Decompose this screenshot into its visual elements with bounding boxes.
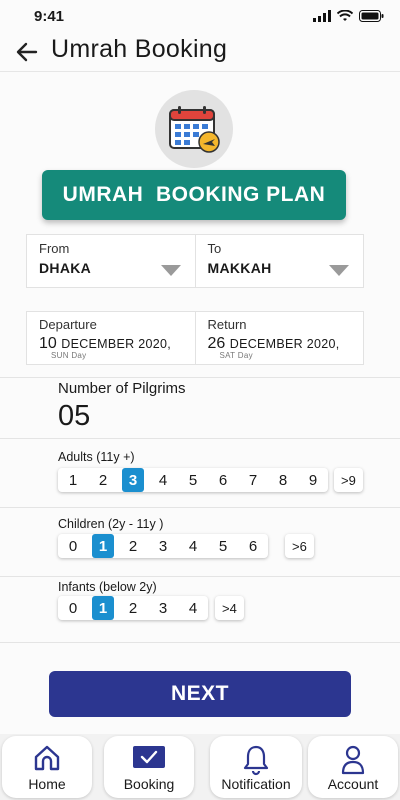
divider <box>0 507 400 508</box>
user-icon <box>341 745 365 775</box>
from-dropdown-icon[interactable] <box>160 265 181 276</box>
departure-day: 10 <box>39 335 57 352</box>
children-option[interactable]: 2 <box>118 534 148 558</box>
calendar-icon <box>169 106 220 153</box>
bottom-nav: Home Booking Notification Account <box>0 734 400 800</box>
nav-item-notification[interactable]: Notification <box>210 736 302 798</box>
to-dropdown-icon[interactable] <box>329 265 349 276</box>
children-option[interactable]: 6 <box>238 534 268 558</box>
nav-label-home: Home <box>28 776 66 792</box>
children-more-button[interactable]: >6 <box>285 534 314 558</box>
divider <box>0 438 400 439</box>
nav-item-booking[interactable]: Booking <box>104 736 194 798</box>
children-option[interactable]: 3 <box>148 534 178 558</box>
infants-selector: 01234 <box>58 596 208 620</box>
return-field[interactable]: Return 26 DECEMBER 2020, SAT Day <box>194 312 364 364</box>
departure-label: Departure <box>39 317 97 332</box>
from-field[interactable]: From DHAKA <box>27 235 195 287</box>
divider <box>0 576 400 577</box>
divider <box>0 642 400 643</box>
booking-check-icon <box>133 746 165 768</box>
next-button[interactable]: NEXT <box>49 671 351 717</box>
to-field[interactable]: To MAKKAH <box>194 235 364 287</box>
battery-icon <box>359 10 384 22</box>
children-option[interactable]: 4 <box>178 534 208 558</box>
calendar-plane-icon <box>155 90 233 168</box>
nav-item-home[interactable]: Home <box>2 736 92 798</box>
infants-option[interactable]: 2 <box>118 596 148 620</box>
wifi-icon <box>337 10 353 21</box>
nav-label-booking: Booking <box>123 776 175 792</box>
to-label: To <box>207 241 222 256</box>
adults-option[interactable]: 3 <box>122 468 144 492</box>
divider <box>0 377 400 378</box>
adults-option[interactable]: 1 <box>58 468 88 492</box>
pilgrims-label: Number of Pilgrims <box>58 380 186 397</box>
children-label: Children (2y - 11y ) <box>58 517 164 531</box>
adults-label: Adults (11y +) <box>58 450 135 464</box>
adults-option[interactable]: 7 <box>238 468 268 492</box>
route-selector: From DHAKA To MAKKAH <box>26 234 364 288</box>
nav-label-account: Account <box>327 776 379 792</box>
adults-option[interactable]: 2 <box>88 468 118 492</box>
return-day: 26 <box>207 335 226 352</box>
children-option[interactable]: 1 <box>92 534 114 558</box>
page-title: Umrah Booking <box>51 35 228 63</box>
adults-more-button[interactable]: >9 <box>334 468 363 492</box>
adults-option[interactable]: 5 <box>178 468 208 492</box>
home-icon <box>34 745 60 771</box>
status-bar: 9:41 <box>0 0 400 32</box>
status-time: 9:41 <box>34 8 65 25</box>
pilgrims-count: 05 <box>58 400 91 432</box>
return-label: Return <box>207 317 247 332</box>
return-month: DECEMBER 2020, <box>229 337 340 351</box>
children-option[interactable]: 0 <box>58 534 88 558</box>
adults-option[interactable]: 9 <box>298 468 328 492</box>
departure-field[interactable]: Departure 10 DECEMBER 2020, SUN Day <box>27 312 195 364</box>
infants-option[interactable]: 4 <box>178 596 208 620</box>
date-selector: Departure 10 DECEMBER 2020, SUN Day Retu… <box>26 311 364 365</box>
back-arrow-icon[interactable] <box>14 39 40 65</box>
infants-option[interactable]: 1 <box>92 596 114 620</box>
infants-more-button[interactable]: >4 <box>215 596 244 620</box>
children-option[interactable]: 5 <box>208 534 238 558</box>
booking-plan-banner: UMRAH BOOKING PLAN <box>42 170 346 220</box>
app-header: Umrah Booking <box>0 32 400 72</box>
adults-option[interactable]: 8 <box>268 468 298 492</box>
adults-selector: 123456789 <box>58 468 328 492</box>
nav-label-notification: Notification <box>221 776 291 792</box>
status-icons <box>313 10 384 22</box>
nav-item-account[interactable]: Account <box>308 736 398 798</box>
bell-icon <box>243 745 269 776</box>
infants-option[interactable]: 0 <box>58 596 88 620</box>
departure-month: DECEMBER 2020, <box>61 337 172 351</box>
children-selector: 0123456 <box>58 534 268 558</box>
adults-option[interactable]: 6 <box>208 468 238 492</box>
adults-option[interactable]: 4 <box>148 468 178 492</box>
infants-label: Infants (below 2y) <box>58 580 157 594</box>
infants-option[interactable]: 3 <box>148 596 178 620</box>
signal-icon <box>313 10 331 22</box>
from-label: From <box>39 241 70 256</box>
